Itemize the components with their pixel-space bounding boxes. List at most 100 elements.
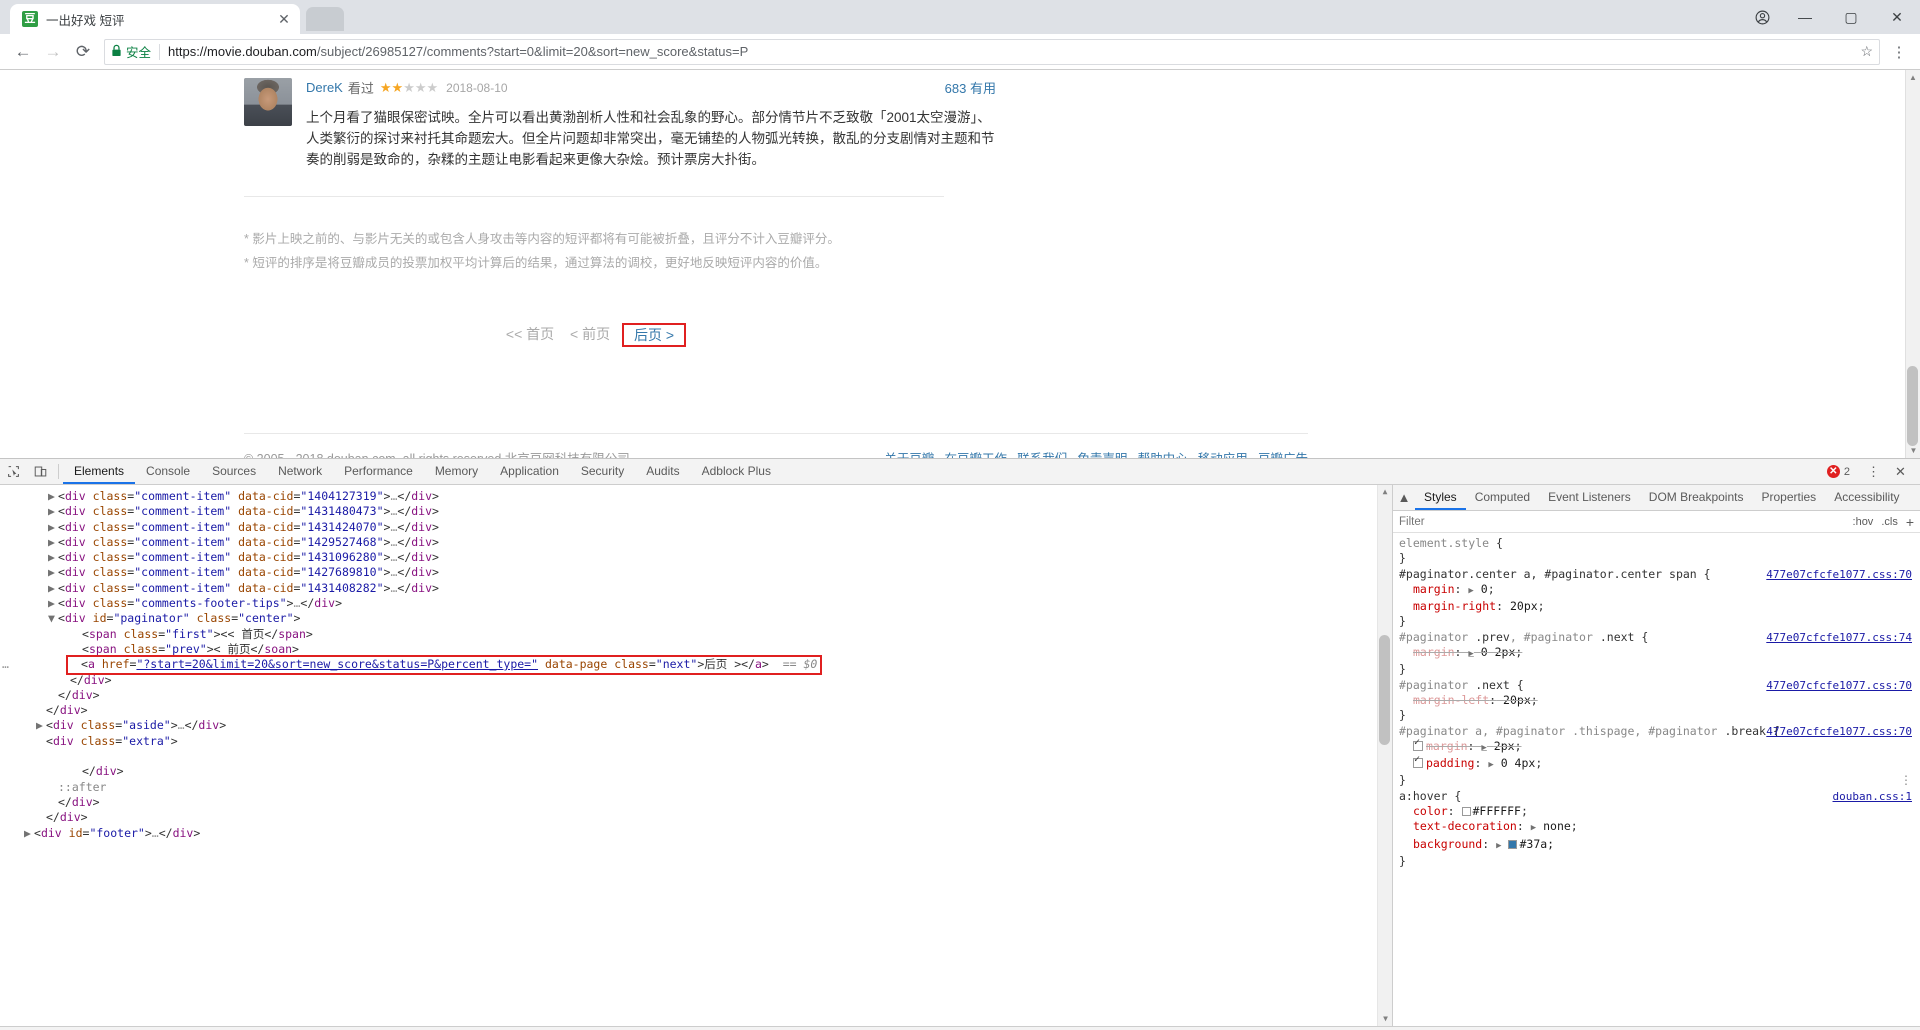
dom-node-selected[interactable]: … <a href="?start=20&limit=20&sort=new_sc…: [0, 655, 1392, 675]
devtools-tab-sources[interactable]: Sources: [201, 459, 267, 484]
inspect-element-icon[interactable]: [0, 459, 27, 484]
style-rule[interactable]: element.style {}: [1393, 536, 1920, 567]
dom-node[interactable]: </div>: [0, 795, 1392, 810]
devtools-settings-icon[interactable]: ⋮: [1860, 464, 1887, 480]
style-rule[interactable]: #paginator.center a, #paginator.center s…: [1393, 567, 1920, 630]
footer-link-mobile[interactable]: 移动应用: [1198, 452, 1248, 458]
footer-link-help[interactable]: 帮助中心: [1138, 452, 1188, 458]
forward-icon[interactable]: →: [38, 37, 68, 67]
dom-node[interactable]: ▶ <div class="comment-item" data-cid="142…: [0, 565, 1392, 580]
footer-link-disclaimer[interactable]: 免责声明: [1077, 452, 1127, 458]
expand-icon[interactable]: ▶: [1496, 841, 1501, 851]
styles-tab-styles[interactable]: Styles: [1415, 485, 1466, 510]
dom-node[interactable]: ▶ <div id="footer">…</div>: [0, 826, 1392, 841]
dom-node[interactable]: </div>: [0, 673, 1392, 688]
css-declaration[interactable]: margin: ▶ 0;: [1399, 582, 1912, 599]
dom-scroll-up-icon[interactable]: ▲: [1378, 485, 1392, 499]
style-source-link[interactable]: 477e07cfcfe1077.css:70: [1766, 678, 1912, 693]
dom-node[interactable]: <div class="extra">: [0, 734, 1392, 749]
hov-toggle[interactable]: :hov: [1853, 516, 1874, 528]
style-source-link[interactable]: douban.css:1: [1833, 789, 1912, 804]
vote-count[interactable]: 683 有用: [945, 78, 996, 97]
style-rule[interactable]: #paginator .prev, #paginator .next {477e…: [1393, 630, 1920, 678]
minimize-button[interactable]: —: [1782, 0, 1828, 34]
dom-node[interactable]: </div>: [0, 688, 1392, 703]
expand-icon[interactable]: ▶: [1531, 823, 1536, 833]
devtools-tab-memory[interactable]: Memory: [424, 459, 489, 484]
css-declaration[interactable]: text-decoration: ▶ none;: [1399, 819, 1912, 836]
scroll-up-icon[interactable]: ▲: [1906, 70, 1920, 85]
dom-node[interactable]: <span class="first"><< 首页</span>: [0, 627, 1392, 642]
dom-node[interactable]: ▶ <div class="comment-item" data-cid="142…: [0, 535, 1392, 550]
new-tab-button[interactable]: [306, 7, 344, 31]
dom-scroll-down-icon[interactable]: ▼: [1378, 1012, 1392, 1026]
device-toolbar-icon[interactable]: [27, 459, 54, 484]
expand-icon[interactable]: ▶: [1468, 586, 1473, 596]
dom-node[interactable]: ▶ <div class="comment-item" data-cid="143…: [0, 520, 1392, 535]
close-icon[interactable]: ✕: [276, 11, 292, 27]
dom-tree[interactable]: ▶ <div class="comment-item" data-cid="140…: [0, 485, 1392, 1026]
devtools-tab-application[interactable]: Application: [489, 459, 570, 484]
dom-node[interactable]: </div>: [0, 764, 1392, 779]
styles-filter-input[interactable]: [1399, 515, 1845, 528]
dom-node[interactable]: ▶ <div class="comment-item" data-cid="140…: [0, 489, 1392, 504]
color-swatch[interactable]: [1508, 839, 1518, 849]
style-rule[interactable]: #paginator .next {477e07cfcfe1077.css:70…: [1393, 678, 1920, 724]
css-declaration[interactable]: margin-right: 20px;: [1399, 599, 1912, 614]
rule-more-icon[interactable]: ⋮: [1900, 773, 1912, 788]
footer-link-ads[interactable]: 豆瓣广告: [1258, 452, 1308, 458]
new-style-rule-button[interactable]: +: [1906, 514, 1914, 530]
style-rule[interactable]: #paginator a, #paginator .thispage, #pag…: [1393, 724, 1920, 789]
devtools-tab-network[interactable]: Network: [267, 459, 333, 484]
style-source-link[interactable]: 477e07cfcfe1077.css:70: [1766, 567, 1912, 582]
footer-link-jobs[interactable]: 在豆瓣工作: [945, 452, 1008, 458]
bookmark-star-icon[interactable]: ☆: [1852, 43, 1873, 60]
css-declaration[interactable]: margin: ▶ 2px;: [1399, 738, 1912, 756]
declaration-checkbox[interactable]: [1413, 755, 1423, 769]
comment-author[interactable]: DereK: [306, 80, 343, 95]
page-scrollbar[interactable]: ▲ ▼: [1905, 70, 1920, 458]
styles-scroll-up-icon[interactable]: ▲: [1393, 485, 1415, 510]
css-declaration[interactable]: margin: ▶ 0 2px;: [1399, 645, 1912, 662]
css-declaration[interactable]: padding: ▶ 0 4px;: [1399, 755, 1912, 773]
css-declaration[interactable]: background: ▶ #37a;: [1399, 837, 1912, 854]
expand-icon[interactable]: ▶: [1488, 760, 1493, 770]
dom-node[interactable]: </div>: [0, 810, 1392, 825]
scrollbar-thumb[interactable]: [1907, 366, 1918, 446]
devtools-tab-adblock-plus[interactable]: Adblock Plus: [691, 459, 782, 484]
styles-tab-dom-breakpoints[interactable]: DOM Breakpoints: [1640, 485, 1753, 510]
styles-tab-accessibility[interactable]: Accessibility: [1825, 485, 1908, 510]
declaration-checkbox[interactable]: [1413, 738, 1423, 751]
styles-tab-properties[interactable]: Properties: [1752, 485, 1825, 510]
footer-link-about[interactable]: 关于豆瓣: [884, 452, 934, 458]
style-rule-selector[interactable]: element.style {: [1399, 536, 1912, 551]
devtools-close-icon[interactable]: ✕: [1887, 464, 1914, 480]
expand-icon[interactable]: ▶: [1481, 743, 1486, 753]
devtools-tab-elements[interactable]: Elements: [63, 459, 136, 484]
devtools-tab-audits[interactable]: Audits: [635, 459, 690, 484]
styles-tab-event-listeners[interactable]: Event Listeners: [1539, 485, 1640, 510]
reload-icon[interactable]: ⟳: [68, 37, 98, 67]
devtools-tab-console[interactable]: Console: [135, 459, 201, 484]
browser-tab[interactable]: 豆 一出好戏 短评 ✕: [10, 4, 300, 34]
footer-link-contact[interactable]: 联系我们: [1017, 452, 1067, 458]
avatar[interactable]: [244, 78, 292, 126]
css-declaration[interactable]: color: #FFFFFF;: [1399, 804, 1912, 819]
chrome-menu-icon[interactable]: ⋮: [1886, 43, 1912, 61]
dom-node[interactable]: <span class="prev">< 前页</soan>: [0, 642, 1392, 657]
color-swatch[interactable]: [1461, 807, 1471, 817]
error-count-badge[interactable]: ✕ 2: [1826, 465, 1850, 478]
dom-node[interactable]: ▶ <div class="comment-item" data-cid="143…: [0, 504, 1392, 519]
dom-tree-scrollbar[interactable]: ▲ ▼: [1377, 485, 1392, 1026]
dom-node[interactable]: ▼ <div id="paginator" class="center">: [0, 611, 1392, 626]
dom-node[interactable]: ▶ <div class="comments-footer-tips">…</di…: [0, 596, 1392, 611]
styles-tab-computed[interactable]: Computed: [1466, 485, 1539, 510]
devtools-tab-security[interactable]: Security: [570, 459, 635, 484]
dom-node[interactable]: [0, 749, 1392, 764]
maximize-button[interactable]: ▢: [1828, 0, 1874, 34]
css-declaration[interactable]: margin-left: 20px;: [1399, 693, 1912, 708]
paginator-next-link[interactable]: 后页 >: [630, 325, 678, 345]
style-source-link[interactable]: 477e07cfcfe1077.css:74: [1766, 630, 1912, 645]
window-close-button[interactable]: ✕: [1874, 0, 1920, 34]
dom-node[interactable]: </div>: [0, 703, 1392, 718]
